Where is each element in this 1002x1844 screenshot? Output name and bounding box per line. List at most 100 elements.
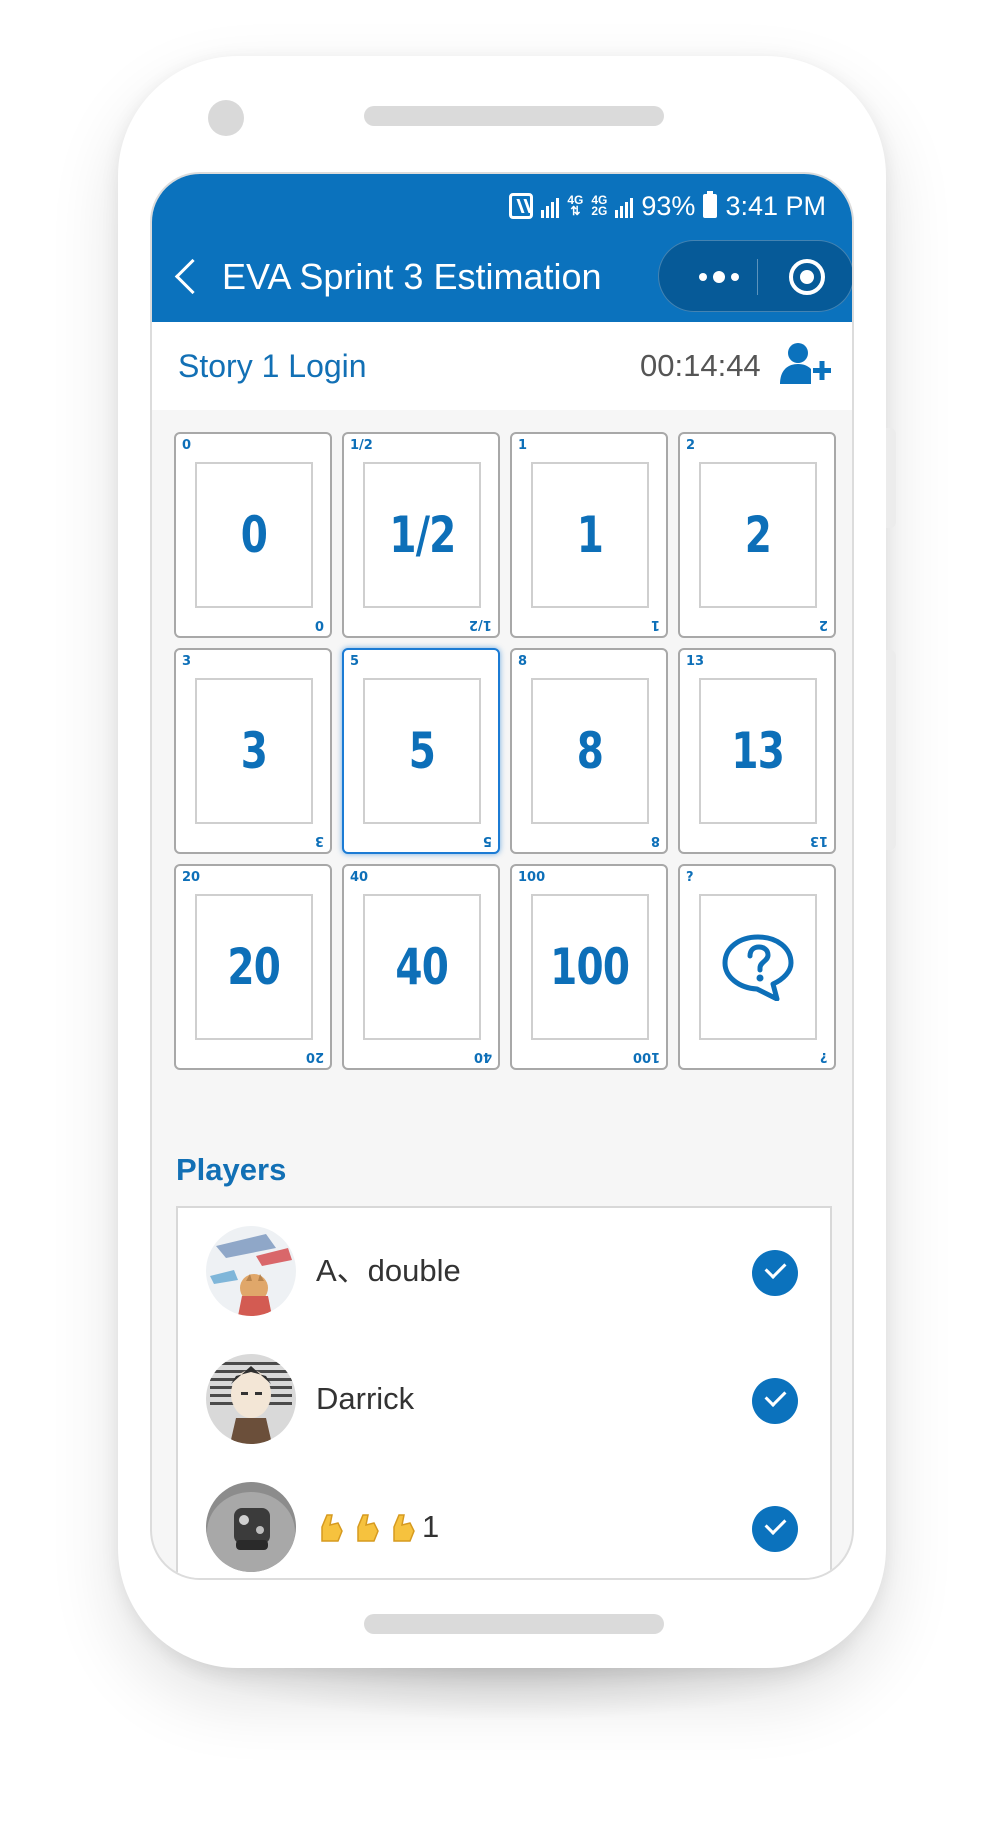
nfc-icon <box>509 193 534 219</box>
card-0[interactable]: 0 0 0 <box>174 432 332 638</box>
status-bar: 4G ⇅ 4G 2G 93% 3:41 PM <box>509 188 826 224</box>
card-8[interactable]: 8 8 8 <box>510 648 668 854</box>
card-face: 13 <box>699 678 817 824</box>
card-value: 3 <box>240 722 268 780</box>
card-1-2[interactable]: 1/2 1/2 1/2 <box>342 432 500 638</box>
card-face: 2 <box>699 462 817 608</box>
estimation-cards: 0 0 0 1/2 1/2 1/2 1 1 1 2 2 2 3 3 3 5 5 … <box>174 432 836 1070</box>
story-timer: 00:14:44 <box>640 348 761 383</box>
power-button <box>886 650 896 850</box>
card-corner-label: 5 <box>350 654 360 669</box>
player-name: Darrick <box>316 1381 415 1416</box>
card-corner-label-flipped: 8 <box>650 833 660 848</box>
card-face: 5 <box>363 678 481 824</box>
card-corner-label-flipped: 3 <box>314 833 324 848</box>
app-screen: 4G ⇅ 4G 2G 93% 3:41 PM EVA Sprint 3 Esti… <box>150 172 854 1580</box>
volume-button <box>886 428 896 528</box>
card-corner-label-flipped: 100 <box>632 1049 660 1064</box>
player-name-text: 1 <box>422 1509 440 1544</box>
card-value: 0 <box>240 506 268 564</box>
card-corner-label: 100 <box>518 870 546 885</box>
card-100[interactable]: 100 100 100 <box>510 864 668 1070</box>
card-value: 100 <box>550 938 630 996</box>
card-corner-label: 20 <box>182 870 201 885</box>
signal-icon <box>615 194 634 218</box>
card-value: 2 <box>744 506 772 564</box>
card-question[interactable]: ? ? <box>678 864 836 1070</box>
card-corner-label: 3 <box>182 654 192 669</box>
card-value: 20 <box>227 938 281 996</box>
card-corner-label-flipped: 0 <box>314 617 324 632</box>
network-arrows: ⇅ <box>570 204 581 218</box>
card-face: 0 <box>195 462 313 608</box>
card-corner-label-flipped: 2 <box>818 617 828 632</box>
capsule-divider <box>757 259 758 295</box>
network-bottom-label: 2G <box>591 204 608 218</box>
card-face: 100 <box>531 894 649 1040</box>
list-item[interactable]: Darrick <box>178 1336 830 1464</box>
card-value: 1 <box>576 506 604 564</box>
card-corner-label: 0 <box>182 438 192 453</box>
network-type-icon: 4G ⇅ <box>567 194 583 218</box>
card-corner-label-flipped: ? <box>820 1049 828 1064</box>
card-corner-label: 13 <box>686 654 705 669</box>
card-value: 40 <box>395 938 449 996</box>
battery-icon <box>703 191 718 218</box>
card-value: 13 <box>731 722 785 780</box>
signal-e-icon <box>541 194 560 218</box>
card-5-selected[interactable]: 5 5 5 <box>342 648 500 854</box>
card-corner-label: 40 <box>350 870 369 885</box>
story-title[interactable]: Story 1 Login <box>178 346 367 386</box>
app-header: 4G ⇅ 4G 2G 93% 3:41 PM EVA Sprint 3 Esti… <box>152 174 852 322</box>
card-face: 40 <box>363 894 481 1040</box>
voted-check-icon <box>752 1250 798 1296</box>
player-name: A、double <box>316 1253 461 1288</box>
card-face: 1 <box>531 462 649 608</box>
player-name: 1 <box>316 1506 439 1548</box>
avatar <box>206 1226 296 1316</box>
avatar <box>206 1482 296 1572</box>
card-corner-label: 8 <box>518 654 528 669</box>
card-3[interactable]: 3 3 3 <box>174 648 332 854</box>
battery-percent: 93% <box>641 190 696 221</box>
list-item[interactable]: A、double <box>178 1208 830 1336</box>
voted-check-icon <box>752 1378 798 1424</box>
players-list: A、double Darrick 1 <box>176 1206 832 1578</box>
back-icon[interactable] <box>170 256 200 300</box>
avatar <box>206 1354 296 1444</box>
card-corner-label: ? <box>686 870 694 885</box>
clock: 3:41 PM <box>725 190 826 221</box>
card-corner-label: 2 <box>686 438 696 453</box>
card-corner-label-flipped: 1 <box>650 617 660 632</box>
card-20[interactable]: 20 20 20 <box>174 864 332 1070</box>
speaker-grille <box>364 106 664 126</box>
card-face: 3 <box>195 678 313 824</box>
network-type-icon-2: 4G 2G <box>591 194 608 218</box>
mini-program-capsule <box>658 240 852 312</box>
close-target-icon[interactable] <box>789 259 825 295</box>
card-1[interactable]: 1 1 1 <box>510 432 668 638</box>
card-corner-label-flipped: 13 <box>809 833 828 848</box>
list-item[interactable]: 1 <box>178 1464 830 1578</box>
card-face: 8 <box>531 678 649 824</box>
card-40[interactable]: 40 40 40 <box>342 864 500 1070</box>
voted-check-icon <box>752 1506 798 1552</box>
card-face <box>699 894 817 1040</box>
card-corner-label-flipped: 40 <box>473 1049 492 1064</box>
card-corner-label-flipped: 20 <box>305 1049 324 1064</box>
players-heading: Players <box>176 1152 287 1187</box>
card-value: 5 <box>408 722 436 780</box>
card-corner-label-flipped: 1/2 <box>469 617 492 632</box>
question-bubble-icon <box>722 934 794 1001</box>
home-indicator <box>364 1614 664 1634</box>
card-2[interactable]: 2 2 2 <box>678 432 836 638</box>
add-user-icon[interactable] <box>780 342 832 386</box>
card-value: 8 <box>576 722 604 780</box>
page-title: EVA Sprint 3 Estimation <box>222 256 602 297</box>
more-icon[interactable] <box>681 259 757 295</box>
card-value: 1/2 <box>388 506 456 564</box>
front-camera <box>208 100 244 136</box>
card-face: 1/2 <box>363 462 481 608</box>
card-13[interactable]: 13 13 13 <box>678 648 836 854</box>
card-corner-label: 1 <box>518 438 528 453</box>
